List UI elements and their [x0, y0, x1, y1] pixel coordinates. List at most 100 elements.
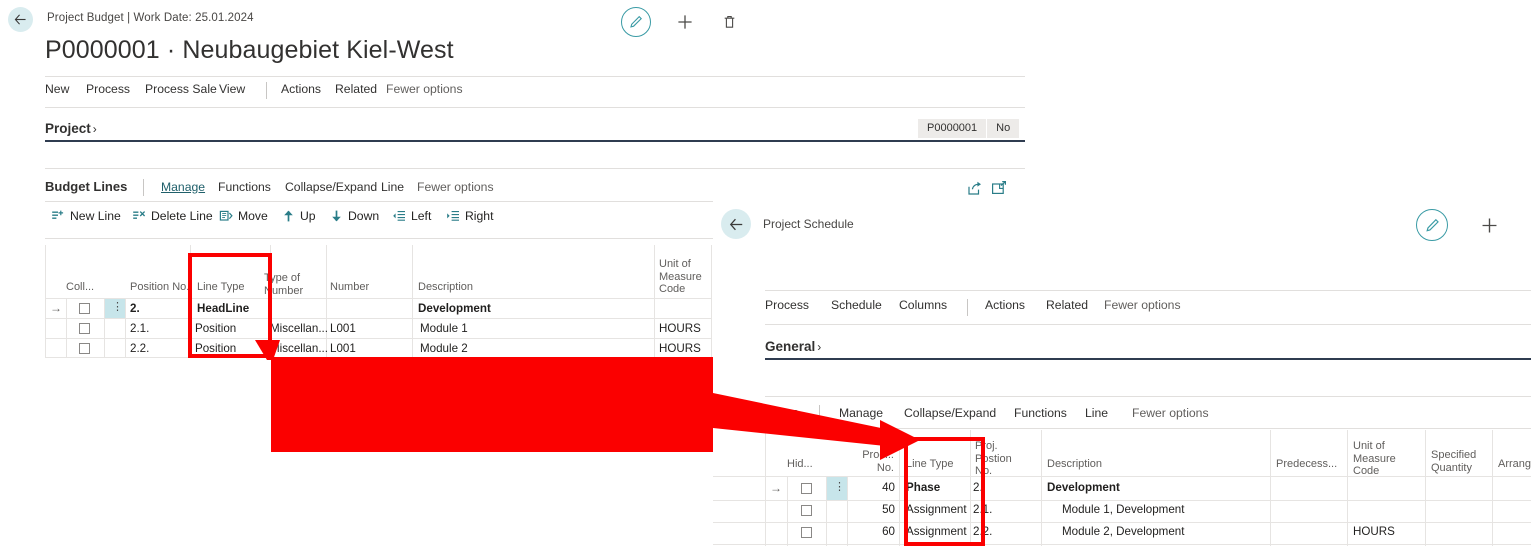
share-icon[interactable] — [967, 180, 983, 201]
bl-menu-collapse-expand[interactable]: Collapse/Expand — [285, 180, 377, 194]
breadcrumb: Project Budget | Work Date: 25.01.2024 — [47, 12, 254, 24]
col-header-description[interactable]: Description — [418, 281, 498, 294]
col-header-coll[interactable]: Coll... — [66, 281, 106, 294]
row-checkbox[interactable] — [79, 323, 90, 334]
command-new-line-label: New Line — [70, 209, 121, 223]
row-checkbox[interactable] — [801, 505, 812, 516]
col-header-specified-quantity[interactable]: Specified Quantity — [1431, 449, 1489, 474]
pencil-icon[interactable] — [621, 7, 651, 37]
grid-col-sep — [787, 476, 788, 546]
cell-description[interactable]: Development — [418, 302, 491, 315]
grid-row-rule — [713, 544, 1531, 545]
cell-number[interactable]: L001 — [330, 322, 356, 335]
command-up[interactable]: Up — [282, 209, 316, 223]
lines-menu-functions[interactable]: Functions — [1014, 406, 1067, 420]
grid-row-rule — [45, 318, 712, 319]
cell-description[interactable]: Module 1, Development — [1062, 503, 1184, 516]
menu-item-process[interactable]: Process — [765, 298, 809, 312]
command-move-label: Move — [238, 209, 268, 223]
menu-item-fewer-options[interactable]: Fewer options — [1104, 298, 1181, 312]
grid-col-sep — [66, 298, 67, 358]
menu-item-new[interactable]: New — [45, 82, 69, 96]
command-left-label: Left — [411, 209, 432, 223]
pencil-icon[interactable] — [1416, 209, 1448, 241]
command-down[interactable]: Down — [330, 209, 379, 223]
chip-project-no[interactable]: P0000001 — [918, 119, 987, 138]
cell-proc-no[interactable]: 40 — [847, 481, 895, 494]
outdent-icon — [392, 209, 406, 223]
plus-icon[interactable] — [1478, 214, 1500, 236]
cell-position-no[interactable]: 2.1. — [130, 322, 149, 335]
menu-item-related[interactable]: Related — [335, 82, 377, 96]
menu-item-actions[interactable]: Actions — [281, 82, 321, 96]
col-header-arranger[interactable]: Arranger — [1498, 458, 1531, 471]
lines-menu-fewer-options[interactable]: Fewer options — [1132, 406, 1209, 420]
row-checkbox[interactable] — [801, 483, 812, 494]
row-menu-icon[interactable]: ⋮ — [834, 482, 845, 493]
project-section-header[interactable]: Project › — [45, 121, 97, 136]
grid-header-rule — [45, 298, 712, 299]
cell-uom[interactable]: HOURS — [1353, 525, 1395, 538]
cell-uom[interactable]: HOURS — [659, 322, 701, 335]
app-root: Project Budget | Work Date: 25.01.2024 P… — [0, 0, 1531, 546]
row-selected-indicator: → — [50, 301, 62, 315]
grid-col-sep — [1492, 430, 1493, 546]
budget-lines-menu: Manage Functions Collapse/Expand Line Fe… — [0, 180, 1028, 198]
cell-type-of-number[interactable]: Miscellan... — [270, 322, 328, 335]
bl-menu-line[interactable]: Line — [381, 180, 404, 194]
menu-item-fewer-options[interactable]: Fewer options — [386, 82, 463, 96]
page-title: P0000001 · Neubaugebiet Kiel-West — [45, 36, 454, 64]
menu-item-related[interactable]: Related — [1046, 298, 1088, 312]
back-arrow-icon[interactable] — [721, 209, 751, 239]
plus-icon[interactable] — [673, 10, 697, 34]
command-new-line[interactable]: New Line — [51, 209, 121, 223]
project-section-label: Project — [45, 121, 91, 136]
command-right-label: Right — [465, 209, 494, 223]
highlight-box-right-line-type — [904, 437, 985, 546]
menu-item-process[interactable]: Process — [86, 82, 130, 96]
header-divider — [45, 76, 1025, 77]
menu-item-view[interactable]: View — [219, 82, 245, 96]
cell-position-no[interactable]: 2.2. — [130, 342, 149, 355]
chip-no[interactable]: No — [987, 119, 1020, 138]
menu-item-actions[interactable]: Actions — [985, 298, 1025, 312]
row-menu-icon[interactable]: ⋮ — [112, 302, 123, 313]
bl-menu-manage[interactable]: Manage — [161, 180, 205, 194]
row-selected-indicator: → — [770, 481, 782, 495]
menu-item-columns[interactable]: Columns — [899, 298, 947, 312]
command-right[interactable]: Right — [446, 209, 493, 223]
cell-proc-no[interactable]: 60 — [847, 525, 895, 538]
lines-menu-line[interactable]: Line — [1085, 406, 1108, 420]
col-header-number[interactable]: Number — [330, 281, 390, 294]
row-checkbox[interactable] — [79, 303, 90, 314]
row-checkbox[interactable] — [801, 527, 812, 538]
bl-menu-functions[interactable]: Functions — [218, 180, 271, 194]
col-header-unit-of-measure-code[interactable]: Unit of Measure Code — [1353, 440, 1407, 478]
menu-item-schedule[interactable]: Schedule — [831, 298, 882, 312]
col-header-predecessor[interactable]: Predecess... — [1276, 458, 1346, 471]
open-in-excel-icon[interactable] — [991, 180, 1007, 201]
col-header-unit-of-measure-code[interactable]: Unit of Measure Code — [659, 258, 709, 296]
row-checkbox[interactable] — [79, 343, 90, 354]
command-move[interactable]: Move — [219, 209, 268, 223]
bl-menu-fewer-options[interactable]: Fewer options — [417, 180, 494, 194]
command-left[interactable]: Left — [392, 209, 431, 223]
cell-proc-no[interactable]: 50 — [847, 503, 895, 516]
command-delete-line[interactable]: Delete Line — [132, 209, 213, 223]
schedule-menu-bar: Process Schedule Columns Actions Related… — [713, 298, 1531, 318]
cell-description[interactable]: Module 1 — [420, 322, 468, 335]
grid-col-sep — [1041, 430, 1042, 546]
new-line-icon — [51, 209, 65, 223]
page-header: Project Budget | Work Date: 25.01.2024 — [0, 0, 1028, 38]
menu-item-process-sale[interactable]: Process Sale — [145, 82, 217, 96]
cell-description[interactable]: Module 2, Development — [1062, 525, 1184, 538]
arrow-down-icon — [330, 209, 343, 223]
col-header-description[interactable]: Description — [1047, 458, 1127, 471]
trash-icon[interactable] — [718, 11, 740, 33]
cell-position-no[interactable]: 2. — [130, 302, 140, 315]
back-arrow-icon[interactable] — [8, 7, 33, 32]
callout-rectangle — [271, 357, 920, 460]
grid-row-rule — [713, 522, 1531, 523]
breadcrumb: Project Schedule — [763, 217, 854, 231]
cell-description[interactable]: Development — [1047, 481, 1120, 494]
